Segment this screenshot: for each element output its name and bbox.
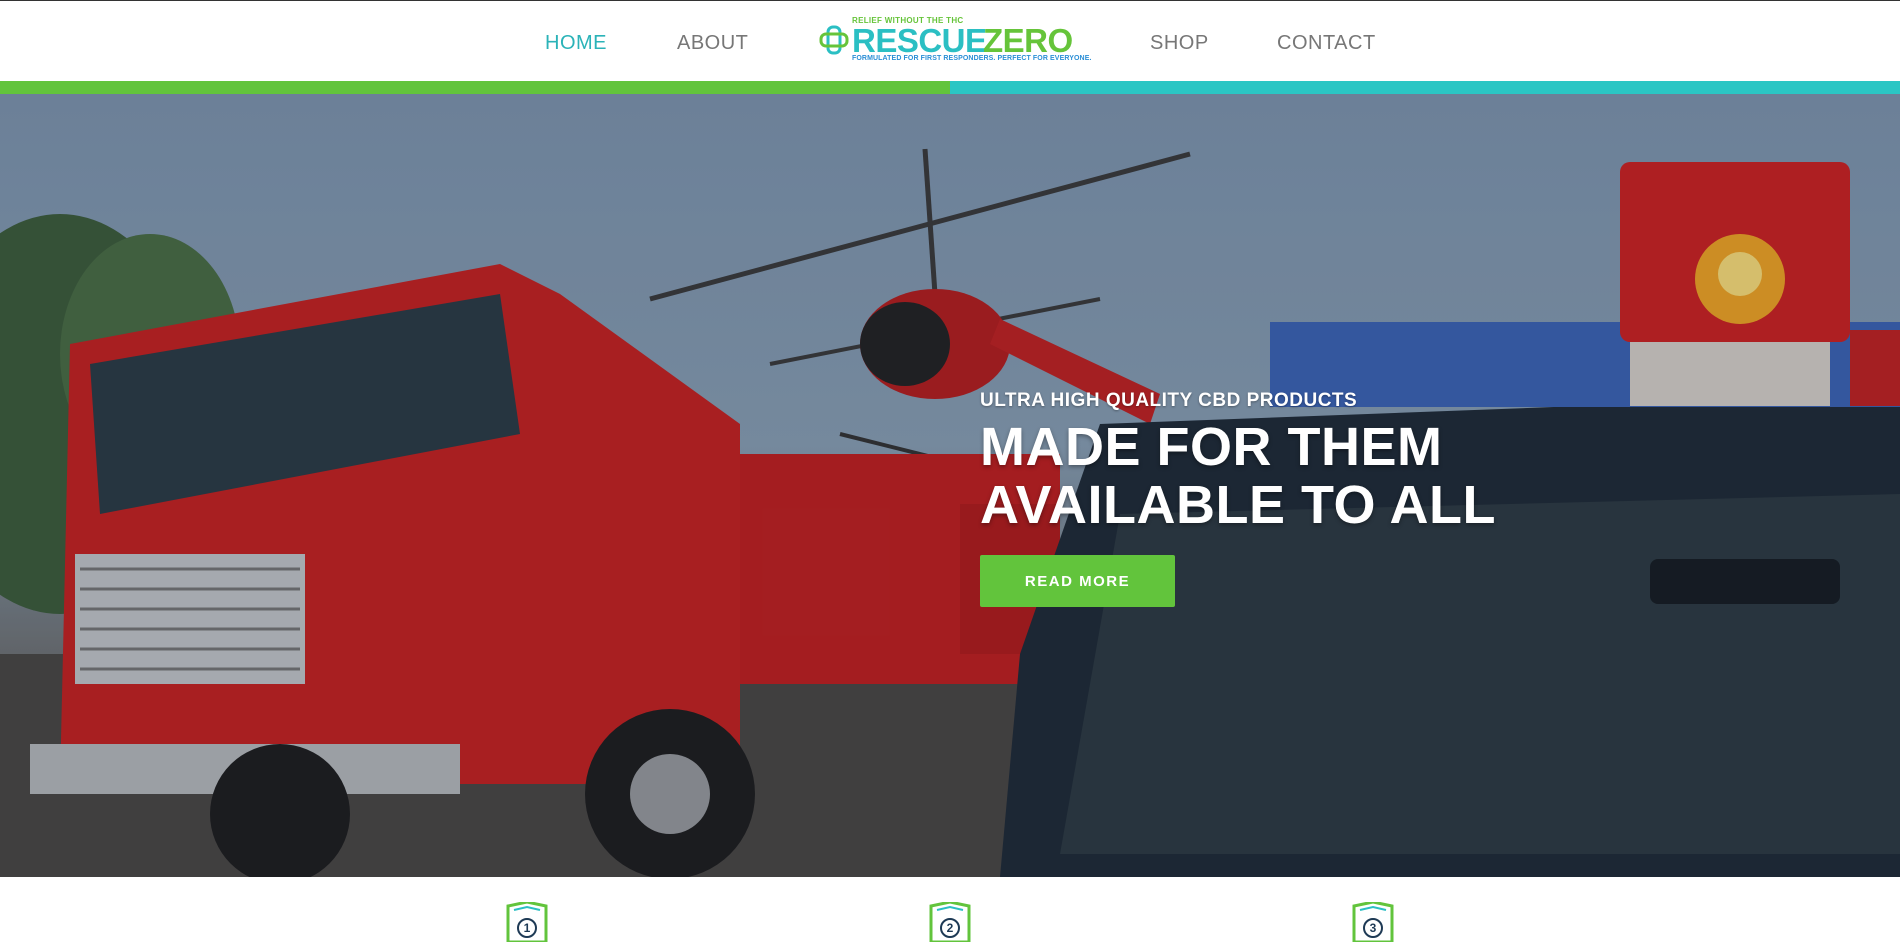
hero-headline-line-2: AVAILABLE TO ALL [980,475,1496,535]
feature-badge-1: 1 [502,900,552,942]
feature-number: 2 [940,918,960,938]
header-accent-bar [0,81,1900,94]
hero-headline-line-1: MADE FOR THEM [980,417,1443,477]
hero-eyebrow: ULTRA HIGH QUALITY CBD PRODUCTS [980,390,1358,411]
feature-badge-2: 2 [925,900,975,942]
hero-headline: MADE FOR THEM AVAILABLE TO ALL [980,418,1680,534]
rescue-zero-logo[interactable]: RELIEF WITHOUT THE THC RESCUE ZERO FORMU… [818,15,1091,67]
logo-word-rescue: RESCUE [852,22,987,59]
hero-text-block: ULTRA HIGH QUALITY CBD PRODUCTS MADE FOR… [980,390,1680,534]
logo-subline: FORMULATED FOR FIRST RESPONDERS. PERFECT… [852,55,1092,62]
nav-about-link[interactable]: ABOUT [677,32,748,55]
cross-logo-icon [819,25,849,55]
accent-bar-green [0,81,950,94]
hero-banner: ULTRA HIGH QUALITY CBD PRODUCTS MADE FOR… [0,94,1900,877]
nav-shop-link[interactable]: SHOP [1150,32,1209,55]
feature-badge-3: 3 [1348,900,1398,942]
nav-home-link[interactable]: HOME [545,32,607,55]
nav-contact-link[interactable]: CONTACT [1277,32,1376,55]
feature-number: 1 [517,918,537,938]
accent-bar-teal [950,81,1900,94]
logo-word-zero: ZERO [983,22,1073,59]
feature-strip: 1 2 3 [327,877,1572,942]
site-header: HOME ABOUT RELIEF WITHOUT THE THC RESCUE… [0,0,1900,81]
feature-number: 3 [1363,918,1383,938]
read-more-button[interactable]: READ MORE [980,555,1175,607]
